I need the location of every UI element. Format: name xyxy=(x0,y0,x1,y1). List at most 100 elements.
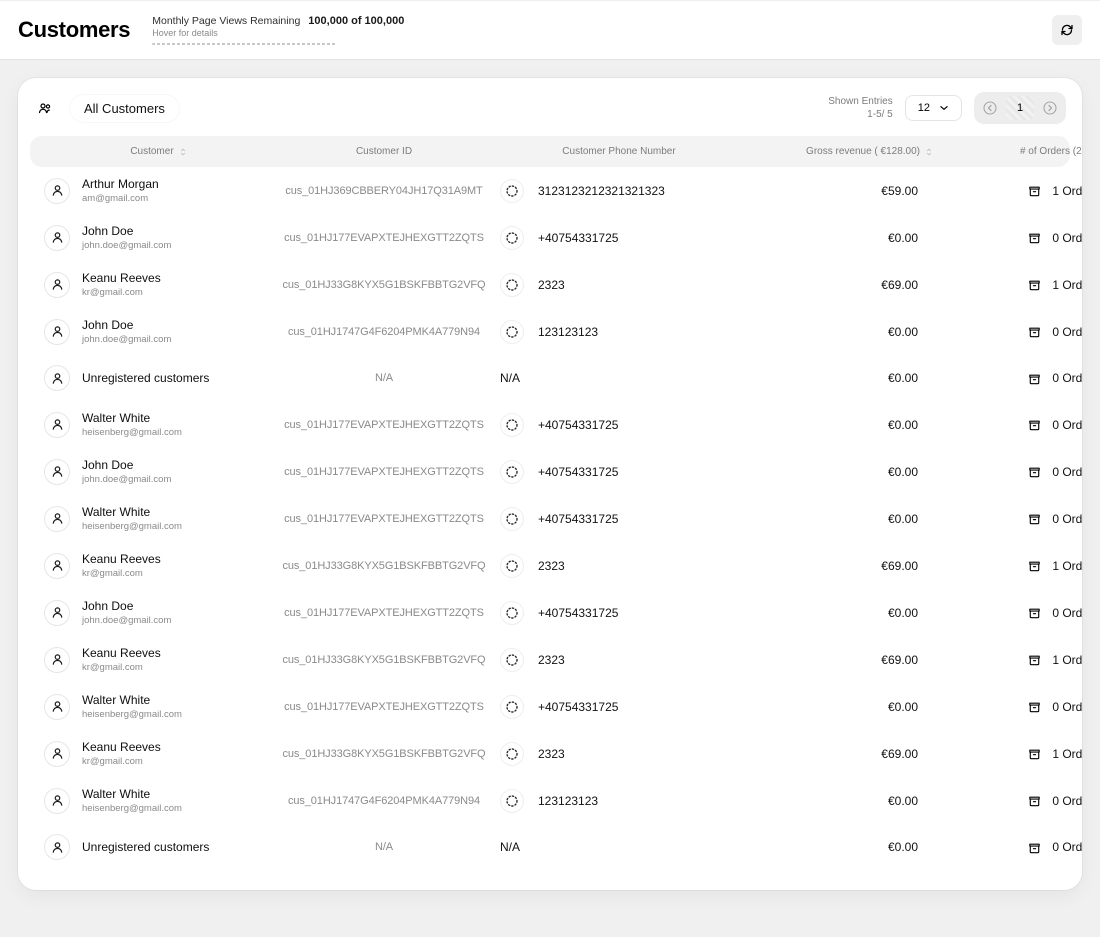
orders-count: 1 Orders xyxy=(1052,278,1082,292)
tab-all-customers[interactable]: All Customers xyxy=(70,95,179,122)
table-row[interactable]: Walter Whiteheisenberg@gmail.comcus_01HJ… xyxy=(30,401,1070,448)
orders-icon xyxy=(1027,183,1042,198)
customer-col: Keanu Reeveskr@gmail.com xyxy=(44,646,274,673)
customer-phone: 2323 xyxy=(538,747,565,761)
phone-col: 2323 xyxy=(494,554,744,578)
avatar xyxy=(44,834,70,860)
quota-bar xyxy=(152,43,337,45)
table-header: Customer Customer ID Customer Phone Numb… xyxy=(30,136,1070,167)
customer-col: Arthur Morganam@gmail.com xyxy=(44,177,274,204)
col-gross[interactable]: Gross revenue ( €128.00) xyxy=(744,146,934,157)
col-customer[interactable]: Customer xyxy=(44,146,274,157)
orders-icon xyxy=(1027,699,1042,714)
table-row[interactable]: Walter Whiteheisenberg@gmail.comcus_01HJ… xyxy=(30,683,1070,730)
customer-phone: 3123123212321321323 xyxy=(538,184,665,198)
orders-col: 0 Orders xyxy=(934,324,1082,339)
quota-widget[interactable]: Monthly Page Views Remaining 100,000 of … xyxy=(152,15,404,45)
orders-count: 0 Orders xyxy=(1052,325,1082,339)
customer-email: john.doe@gmail.com xyxy=(82,474,171,485)
customer-phone: +40754331725 xyxy=(538,512,618,526)
avatar xyxy=(44,788,70,814)
gross-revenue: €0.00 xyxy=(744,606,934,620)
gross-revenue: €69.00 xyxy=(744,559,934,573)
orders-count: 0 Orders xyxy=(1052,794,1082,808)
customer-phone: 123123123 xyxy=(538,794,598,808)
table-row[interactable]: John Doejohn.doe@gmail.comcus_01HJ1747G4… xyxy=(30,308,1070,355)
customer-col: Walter Whiteheisenberg@gmail.com xyxy=(44,411,274,438)
orders-icon xyxy=(1027,605,1042,620)
pager-next-button[interactable] xyxy=(1038,96,1062,120)
phone-status-icon xyxy=(500,789,524,813)
orders-count: 0 Orders xyxy=(1052,700,1082,714)
customer-col: Walter Whiteheisenberg@gmail.com xyxy=(44,693,274,720)
customer-id: cus_01HJ33G8KYX5G1BSKFBBTG2VFQ xyxy=(274,748,494,760)
avatar xyxy=(44,365,70,391)
customer-name: John Doe xyxy=(82,224,171,238)
table-row[interactable]: Unregistered customersN/AN/A€0.000 Order… xyxy=(30,355,1070,401)
phone-col: N/A xyxy=(494,840,744,854)
table-row[interactable]: Walter Whiteheisenberg@gmail.comcus_01HJ… xyxy=(30,777,1070,824)
table-row[interactable]: Keanu Reeveskr@gmail.comcus_01HJ33G8KYX5… xyxy=(30,636,1070,683)
orders-icon xyxy=(1027,464,1042,479)
col-customer-id[interactable]: Customer ID xyxy=(274,146,494,157)
customer-name: Unregistered customers xyxy=(82,840,209,854)
table-row[interactable]: Unregistered customersN/AN/A€0.000 Order… xyxy=(30,824,1070,870)
gross-revenue: €0.00 xyxy=(744,700,934,714)
users-icon xyxy=(34,97,56,119)
shown-entries-label: Shown Entries xyxy=(828,95,892,108)
customer-id: cus_01HJ177EVAPXTEJHEXGTT2ZQTS xyxy=(274,701,494,713)
table-row[interactable]: Arthur Morganam@gmail.comcus_01HJ369CBBE… xyxy=(30,167,1070,214)
phone-col: +40754331725 xyxy=(494,507,744,531)
customer-email: john.doe@gmail.com xyxy=(82,615,171,626)
gross-revenue: €0.00 xyxy=(744,371,934,385)
avatar xyxy=(44,412,70,438)
table-row[interactable]: John Doejohn.doe@gmail.comcus_01HJ177EVA… xyxy=(30,214,1070,261)
orders-count: 0 Orders xyxy=(1052,418,1082,432)
customer-col: Keanu Reeveskr@gmail.com xyxy=(44,271,274,298)
table-row[interactable]: John Doejohn.doe@gmail.comcus_01HJ177EVA… xyxy=(30,589,1070,636)
chevron-down-icon xyxy=(937,101,951,115)
orders-icon xyxy=(1027,746,1042,761)
customer-id: N/A xyxy=(274,372,494,384)
table-row[interactable]: Keanu Reeveskr@gmail.comcus_01HJ33G8KYX5… xyxy=(30,261,1070,308)
customer-id: cus_01HJ33G8KYX5G1BSKFBBTG2VFQ xyxy=(274,560,494,572)
customer-phone: +40754331725 xyxy=(538,700,618,714)
phone-status-icon xyxy=(500,413,524,437)
customer-name: Unregistered customers xyxy=(82,371,209,385)
table-row[interactable]: Walter Whiteheisenberg@gmail.comcus_01HJ… xyxy=(30,495,1070,542)
col-orders[interactable]: # of Orders (2) xyxy=(934,146,1082,157)
table-row[interactable]: Keanu Reeveskr@gmail.comcus_01HJ33G8KYX5… xyxy=(30,542,1070,589)
table-row[interactable]: John Doejohn.doe@gmail.comcus_01HJ177EVA… xyxy=(30,448,1070,495)
orders-icon xyxy=(1027,324,1042,339)
sort-icon xyxy=(924,147,934,157)
customer-id: cus_01HJ177EVAPXTEJHEXGTT2ZQTS xyxy=(274,232,494,244)
customer-email: kr@gmail.com xyxy=(82,662,161,673)
customer-id: cus_01HJ33G8KYX5G1BSKFBBTG2VFQ xyxy=(274,654,494,666)
customer-phone: 2323 xyxy=(538,559,565,573)
customer-name: Keanu Reeves xyxy=(82,271,161,285)
customer-name: John Doe xyxy=(82,458,171,472)
avatar xyxy=(44,272,70,298)
gross-revenue: €0.00 xyxy=(744,840,934,854)
avatar xyxy=(44,506,70,532)
customer-col: John Doejohn.doe@gmail.com xyxy=(44,318,274,345)
orders-count: 0 Orders xyxy=(1052,465,1082,479)
orders-icon xyxy=(1027,277,1042,292)
table-row[interactable]: Keanu Reeveskr@gmail.comcus_01HJ33G8KYX5… xyxy=(30,730,1070,777)
orders-col: 0 Orders xyxy=(934,464,1082,479)
phone-col: +40754331725 xyxy=(494,226,744,250)
avatar xyxy=(44,741,70,767)
phone-col: +40754331725 xyxy=(494,601,744,625)
orders-col: 0 Orders xyxy=(934,511,1082,526)
pager-prev-button[interactable] xyxy=(978,96,1002,120)
quota-label: Monthly Page Views Remaining xyxy=(152,15,300,27)
refresh-button[interactable] xyxy=(1052,15,1082,45)
orders-count: 0 Orders xyxy=(1052,840,1082,854)
col-phone[interactable]: Customer Phone Number xyxy=(494,146,744,157)
customer-col: John Doejohn.doe@gmail.com xyxy=(44,224,274,251)
avatar xyxy=(44,459,70,485)
pager: 1 xyxy=(974,92,1066,124)
phone-col: +40754331725 xyxy=(494,695,744,719)
phone-col: 123123123 xyxy=(494,320,744,344)
per-page-select[interactable]: 12 xyxy=(905,95,962,121)
